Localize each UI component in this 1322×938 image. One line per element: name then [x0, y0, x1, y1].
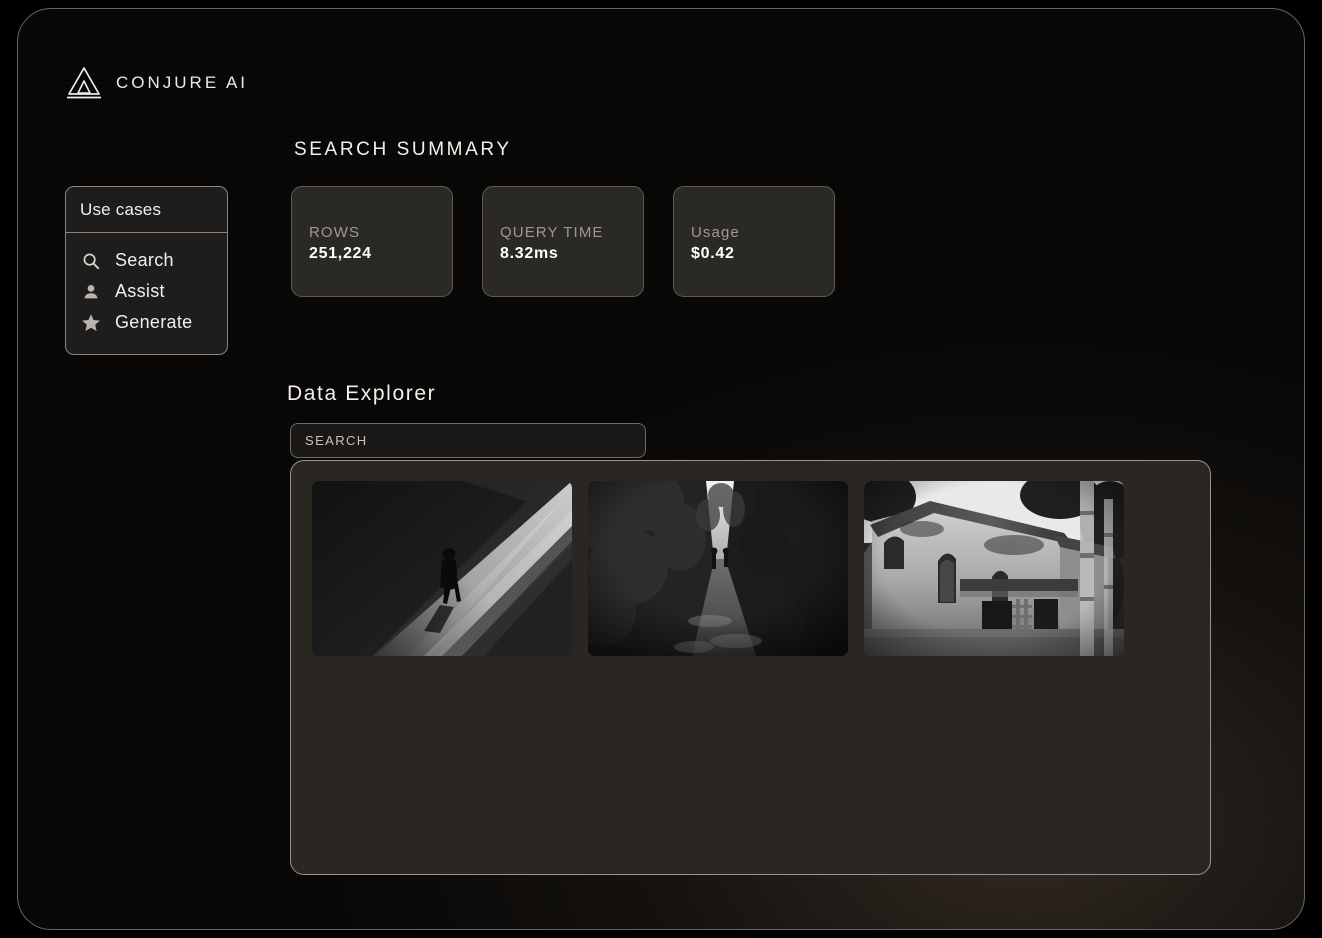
- sidebar-item-search[interactable]: Search: [66, 245, 227, 276]
- stat-value: 251,224: [309, 245, 372, 262]
- image-results-row: [312, 481, 1210, 656]
- sidebar-item-generate[interactable]: Generate: [66, 307, 227, 338]
- stat-card-rows: ROWS 251,224: [291, 186, 453, 297]
- stat-value: 8.32ms: [500, 245, 559, 262]
- sidebar-header: Use cases: [66, 187, 227, 233]
- sidebar-item-label: Generate: [115, 312, 193, 332]
- star-icon: [81, 313, 101, 333]
- brand-name: CONJURE AI: [116, 73, 249, 92]
- stat-label: QUERY TIME: [500, 224, 604, 241]
- data-explorer-heading: Data Explorer: [287, 382, 437, 405]
- search-icon: [81, 251, 101, 271]
- search-summary-heading: SEARCH SUMMARY: [294, 139, 512, 160]
- search-input[interactable]: [290, 423, 646, 458]
- stat-label: ROWS: [309, 224, 361, 241]
- triangle-logo-icon: [65, 65, 103, 101]
- stat-label: Usage: [691, 224, 740, 241]
- search-summary-stat-cards: ROWS 251,224 QUERY TIME 8.32ms Usage $0.…: [291, 186, 835, 297]
- use-cases-sidebar: Use cases Search Assist Generate: [65, 186, 228, 355]
- sidebar-item-label: Assist: [115, 281, 165, 301]
- stat-card-query-time: QUERY TIME 8.32ms: [482, 186, 644, 297]
- app-window-frame: CONJURE AI SEARCH SUMMARY Use cases Sear…: [17, 8, 1305, 930]
- stat-value: $0.42: [691, 245, 735, 262]
- result-image-person-light-beam[interactable]: [312, 481, 572, 656]
- stat-card-usage: Usage $0.42: [673, 186, 835, 297]
- sidebar-item-label: Search: [115, 250, 174, 270]
- sidebar-item-assist[interactable]: Assist: [66, 276, 227, 307]
- person-icon: [81, 282, 101, 302]
- result-image-forest-path[interactable]: [588, 481, 848, 656]
- data-explorer-results-panel: [290, 460, 1211, 875]
- brand-logo: CONJURE AI: [65, 65, 248, 101]
- result-image-stone-church[interactable]: [864, 481, 1124, 656]
- sidebar-item-list: Search Assist Generate: [66, 233, 227, 354]
